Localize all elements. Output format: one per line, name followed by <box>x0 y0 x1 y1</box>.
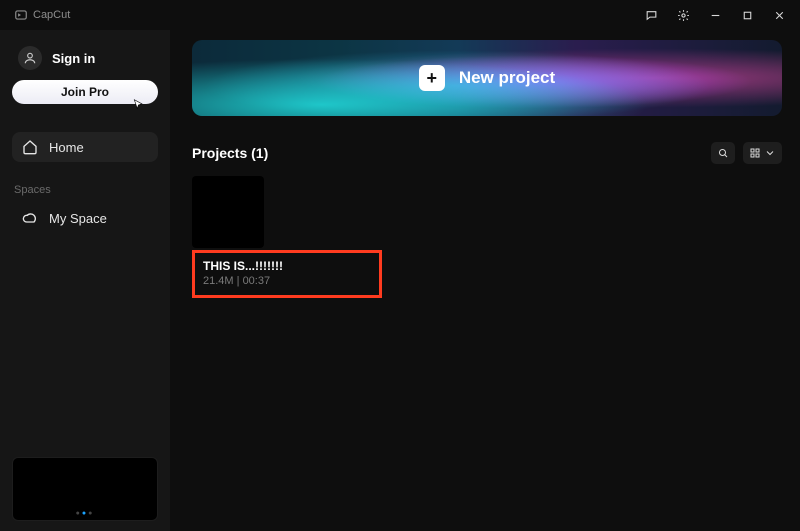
join-pro-button[interactable]: Join Pro <box>12 80 158 104</box>
grid-icon <box>749 147 761 159</box>
project-size: 21.4M <box>203 275 234 287</box>
sidebar-item-myspace[interactable]: My Space <box>12 206 158 230</box>
plus-icon: + <box>419 65 445 91</box>
project-duration: 00:37 <box>243 275 271 287</box>
sidebar: Sign in Join Pro Home Spaces My Space ●●… <box>0 30 170 531</box>
avatar <box>18 46 42 70</box>
cursor-icon <box>132 98 146 112</box>
chat-icon <box>645 9 658 22</box>
close-icon <box>773 9 786 22</box>
project-thumbnail[interactable] <box>192 176 264 248</box>
minimize-button[interactable] <box>702 5 728 25</box>
layout-toggle-button[interactable] <box>743 142 782 164</box>
minimize-icon <box>709 9 722 22</box>
chevron-down-icon <box>764 147 776 159</box>
signin-label: Sign in <box>52 51 95 66</box>
search-icon <box>717 147 729 159</box>
nav-home[interactable]: Home <box>12 132 158 162</box>
user-icon <box>23 51 37 65</box>
spaces-heading: Spaces <box>12 184 158 196</box>
capcut-logo-icon <box>14 8 28 22</box>
maximize-button[interactable] <box>734 5 760 25</box>
signin-button[interactable]: Sign in <box>12 42 158 80</box>
join-pro-label: Join Pro <box>61 85 109 99</box>
settings-button[interactable] <box>670 5 696 25</box>
projects-heading: Projects (1) <box>192 145 268 161</box>
main: + New project Projects (1) THIS IS...!!!… <box>170 30 800 531</box>
promo-card[interactable]: ●●● <box>12 457 158 521</box>
home-icon <box>22 139 38 155</box>
titlebar: CapCut <box>0 0 800 30</box>
cloud-icon <box>22 210 38 226</box>
close-button[interactable] <box>766 5 792 25</box>
gear-icon <box>677 9 690 22</box>
feedback-button[interactable] <box>638 5 664 25</box>
maximize-icon <box>741 9 754 22</box>
new-project-label: New project <box>459 68 555 88</box>
project-card[interactable]: THIS IS...!!!!!!! 21.4M | 00:37 <box>192 250 382 298</box>
brand: CapCut <box>14 8 70 22</box>
nav-home-label: Home <box>49 140 84 155</box>
myspace-label: My Space <box>49 211 107 226</box>
promo-pager: ●●● <box>13 510 157 517</box>
project-name: THIS IS...!!!!!!! <box>203 259 371 273</box>
search-projects-button[interactable] <box>711 142 735 164</box>
project-subtitle: 21.4M | 00:37 <box>203 275 371 287</box>
brand-label: CapCut <box>33 9 70 21</box>
new-project-button[interactable]: + New project <box>192 40 782 116</box>
